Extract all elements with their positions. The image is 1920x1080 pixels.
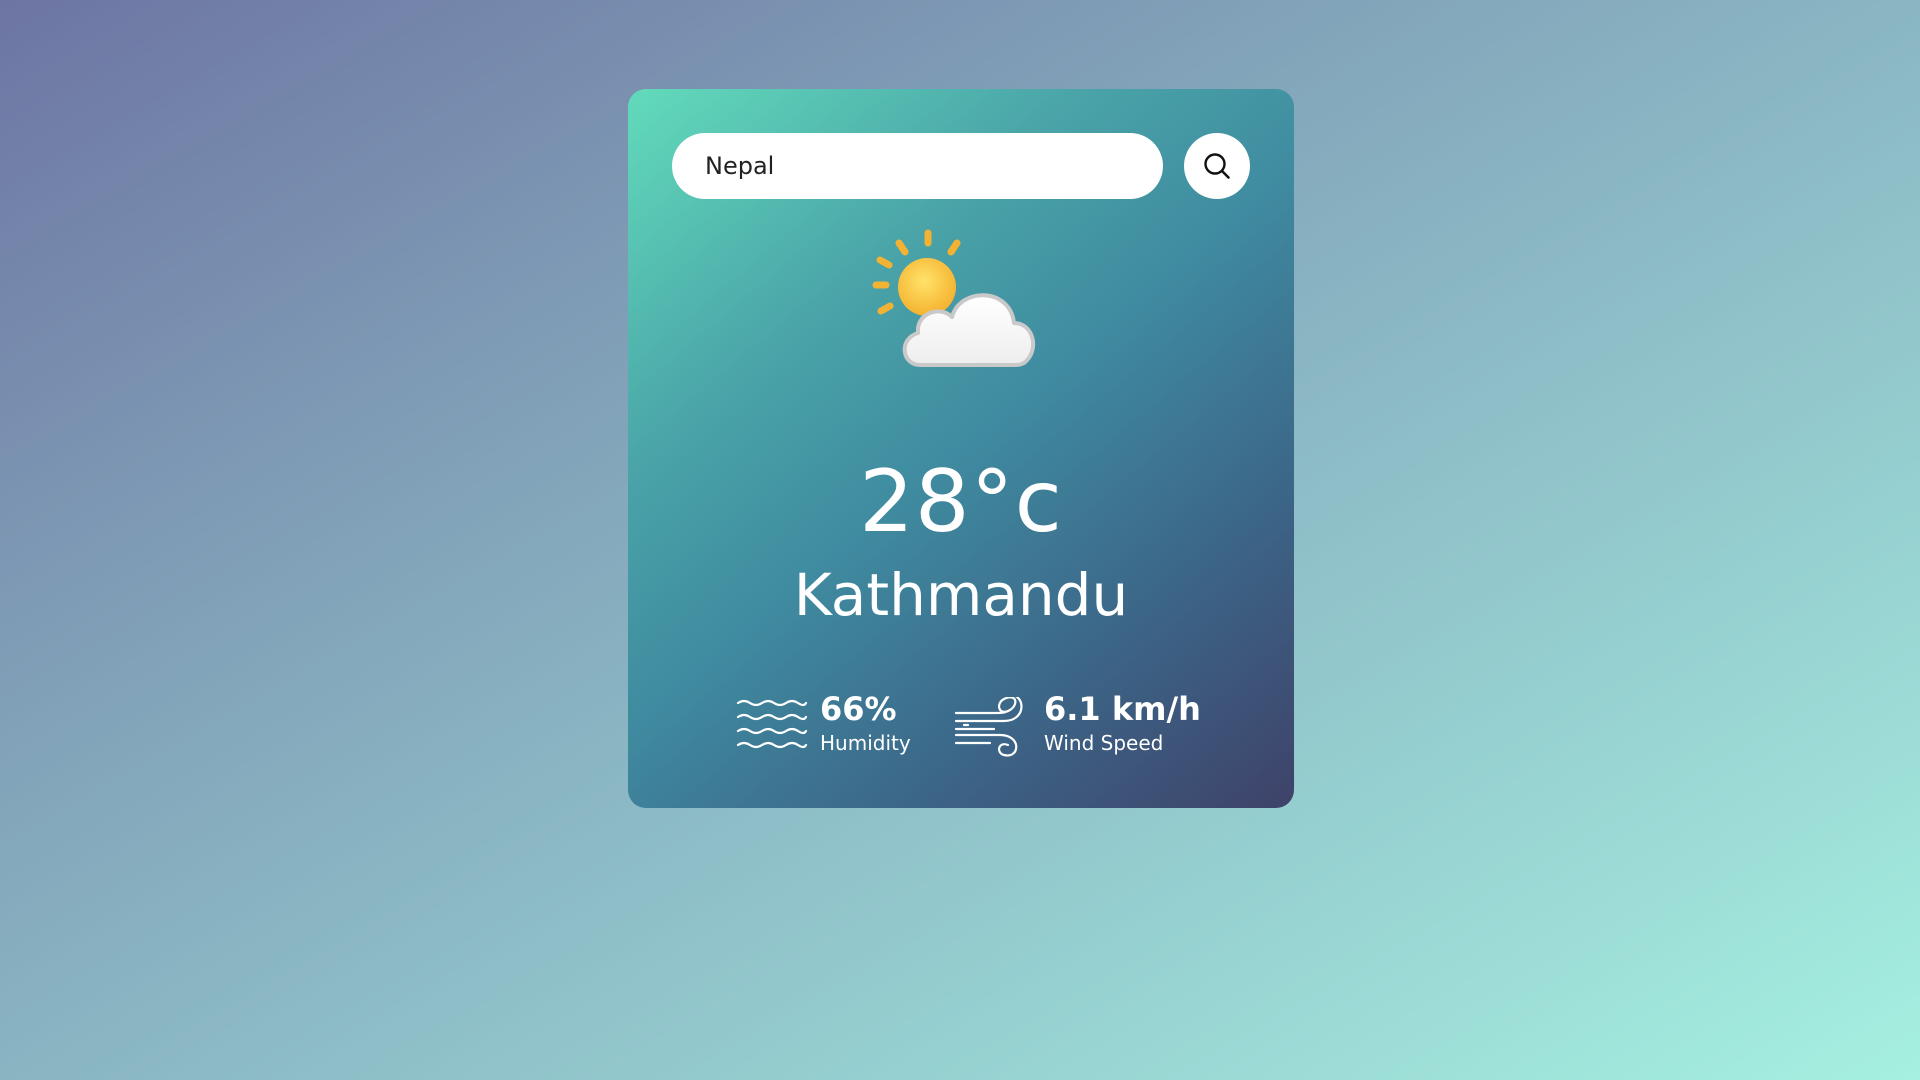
wind-section: 6.1 km/h Wind Speed bbox=[954, 689, 1204, 769]
wind-label: Wind Speed bbox=[1044, 730, 1164, 755]
city-name: Kathmandu bbox=[793, 561, 1129, 629]
search-button[interactable] bbox=[1184, 133, 1250, 199]
wind-value: 6.1 km/h bbox=[1044, 690, 1201, 728]
humidity-value: 66% bbox=[820, 690, 897, 728]
wind-text: 6.1 km/h Wind Speed bbox=[1044, 689, 1201, 755]
weather-details: 66% Humidity 6.1 km/h Wind Speed bbox=[628, 689, 1294, 779]
search-input[interactable] bbox=[672, 133, 1163, 199]
humidity-text: 66% Humidity bbox=[820, 689, 911, 755]
search-icon bbox=[1204, 153, 1230, 179]
weather-card: 28°c Kathmandu 66% Humidity bbox=[628, 89, 1294, 808]
humidity-waves-icon bbox=[736, 699, 808, 749]
search-bar bbox=[672, 133, 1250, 199]
humidity-label: Humidity bbox=[820, 730, 911, 755]
humidity-section: 66% Humidity bbox=[736, 689, 936, 769]
wind-icon bbox=[954, 697, 1023, 757]
temperature: 28°c bbox=[859, 452, 1063, 552]
partly-cloudy-icon bbox=[872, 229, 1035, 367]
